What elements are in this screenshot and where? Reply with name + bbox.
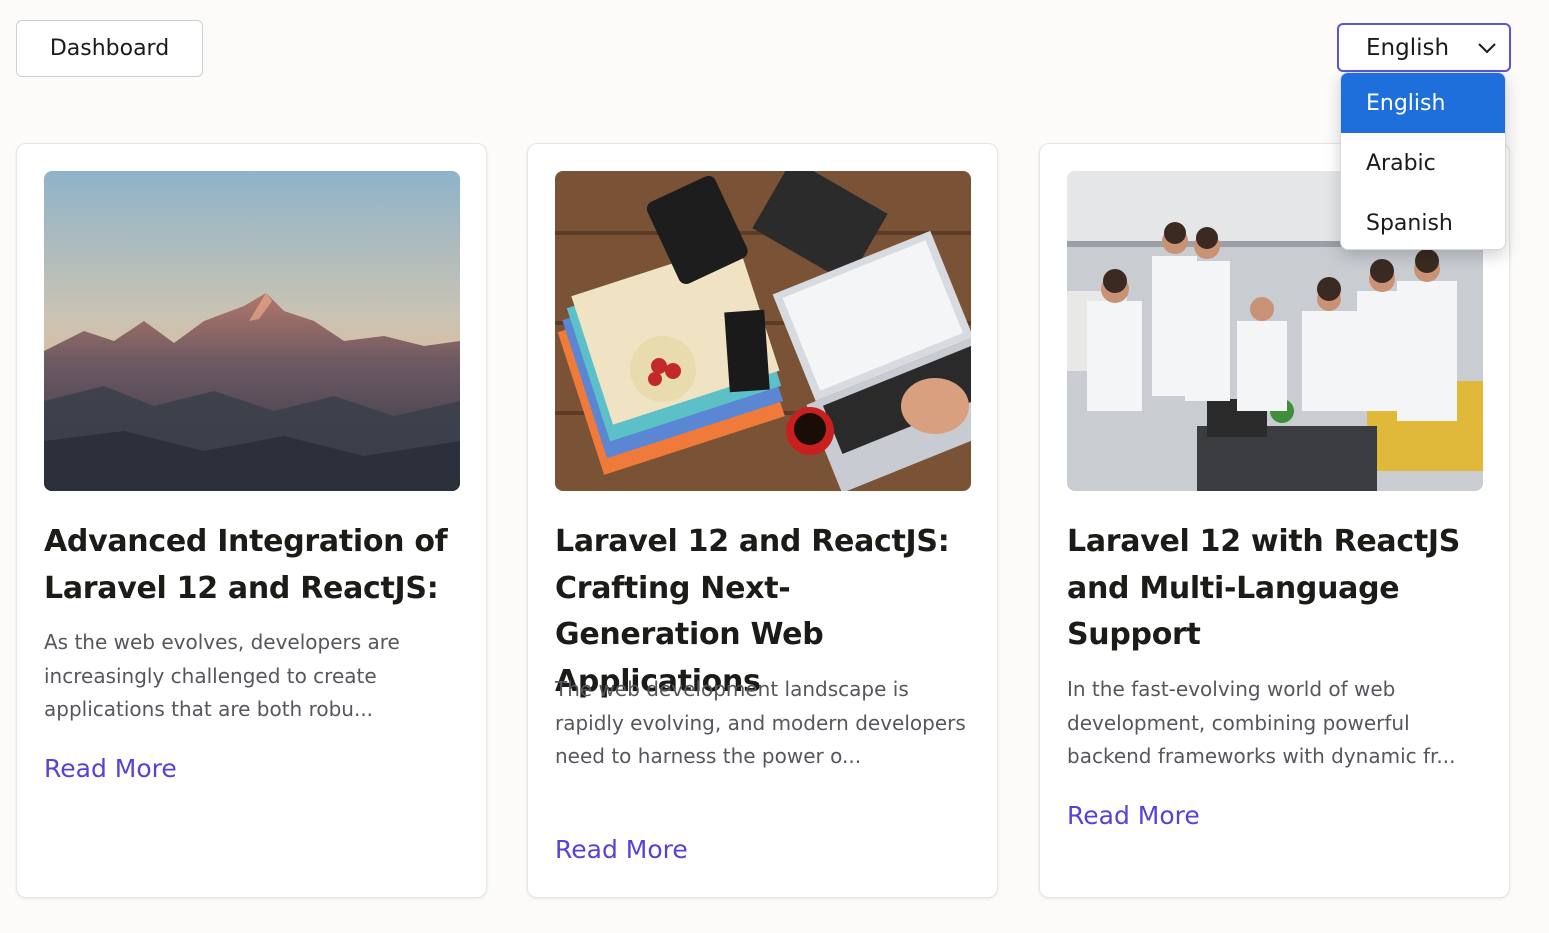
language-option-arabic[interactable]: Arabic — [1341, 133, 1505, 193]
post-image-desk — [555, 171, 971, 491]
post-title[interactable]: Advanced Integration of Laravel 12 and R… — [44, 519, 464, 612]
chevron-down-icon — [1478, 43, 1496, 54]
language-dropdown-menu: English Arabic Spanish — [1340, 72, 1506, 250]
post-excerpt: In the fast-evolving world of web develo… — [1067, 677, 1456, 768]
language-select-value: English — [1366, 34, 1450, 61]
post-excerpt: As the web evolves, developers are incre… — [44, 630, 400, 721]
post-card: Advanced Integration of Laravel 12 and R… — [16, 143, 487, 898]
read-more-link[interactable]: Read More — [44, 754, 177, 783]
post-title[interactable]: Laravel 12 with ReactJS and Multi-Langua… — [1067, 519, 1487, 659]
post-card: Laravel 12 and ReactJS: Crafting Next-Ge… — [527, 143, 998, 898]
dashboard-button[interactable]: Dashboard — [16, 20, 203, 77]
post-excerpt: The web development landscape is rapidly… — [555, 677, 966, 768]
top-bar: Dashboard English English Arabic Spanish — [0, 0, 1549, 250]
read-more-link[interactable]: Read More — [1067, 801, 1200, 830]
post-image-mountain — [44, 171, 460, 491]
language-select[interactable]: English — [1337, 23, 1511, 72]
language-option-spanish[interactable]: Spanish — [1341, 193, 1505, 249]
post-card: Laravel 12 with ReactJS and Multi-Langua… — [1039, 143, 1510, 898]
language-option-english[interactable]: English — [1341, 73, 1505, 133]
read-more-link[interactable]: Read More — [555, 835, 688, 864]
